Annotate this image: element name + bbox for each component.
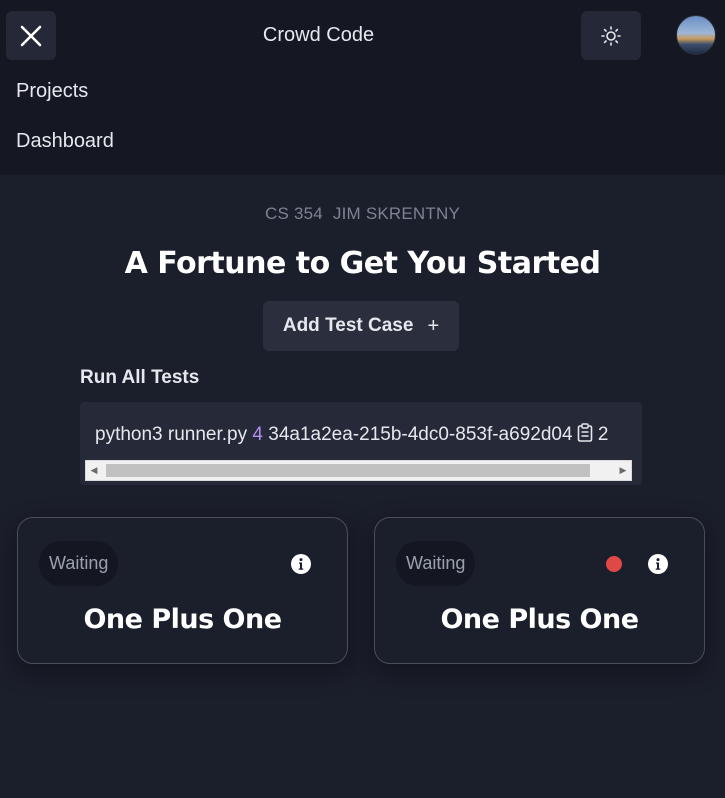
sun-icon xyxy=(601,25,621,46)
nav-item-dashboard[interactable]: Dashboard xyxy=(16,130,114,153)
status-badge: Waiting xyxy=(396,541,476,586)
test-case-title: One Plus One xyxy=(440,604,639,635)
plus-icon: + xyxy=(427,314,440,337)
command-prefix: python3 runner.py xyxy=(95,424,248,445)
horizontal-scrollbar[interactable]: ◀ ▶ xyxy=(85,460,632,481)
scroll-left-arrow-icon[interactable]: ◀ xyxy=(86,461,102,480)
test-case-title: One Plus One xyxy=(83,604,282,635)
page-title: A Fortune to Get You Started xyxy=(124,246,601,281)
error-status-dot xyxy=(606,556,622,572)
nav-item-projects[interactable]: Projects xyxy=(16,80,88,103)
user-avatar[interactable] xyxy=(676,15,716,55)
info-icon[interactable] xyxy=(648,554,668,574)
breadcrumb-course[interactable]: CS 354 xyxy=(265,204,323,223)
run-all-tests-label: Run All Tests xyxy=(80,367,200,388)
command-arg: 4 xyxy=(252,424,263,445)
test-case-card[interactable]: Waiting One Plus One xyxy=(374,517,705,664)
clipboard-icon[interactable] xyxy=(577,423,593,442)
scroll-right-arrow-icon[interactable]: ▶ xyxy=(615,461,631,480)
add-test-case-label: Add Test Case xyxy=(282,315,414,336)
app-title[interactable]: Crowd Code xyxy=(0,24,637,47)
info-icon[interactable] xyxy=(291,554,311,574)
top-navbar: Crowd Code Projects Dashboard xyxy=(0,0,725,175)
command-text[interactable]: python3 runner.py 4 34a1a2ea-215b-4dc0-8… xyxy=(95,423,608,446)
test-case-card[interactable]: Waiting One Plus One xyxy=(17,517,348,664)
breadcrumb-instructor: JIM SKRENTNY xyxy=(332,204,460,223)
theme-toggle-button[interactable] xyxy=(581,11,641,60)
breadcrumb: CS 354 JIM SKRENTNY xyxy=(0,204,725,224)
status-badge: Waiting xyxy=(39,541,119,586)
add-test-case-button[interactable]: Add Test Case + xyxy=(263,301,459,351)
command-overflow: 2 xyxy=(597,424,609,445)
scrollbar-thumb[interactable] xyxy=(106,464,590,477)
command-id: 34a1a2ea-215b-4dc0-853f-a692d04 xyxy=(268,424,573,445)
command-box: python3 runner.py 4 34a1a2ea-215b-4dc0-8… xyxy=(80,402,642,485)
